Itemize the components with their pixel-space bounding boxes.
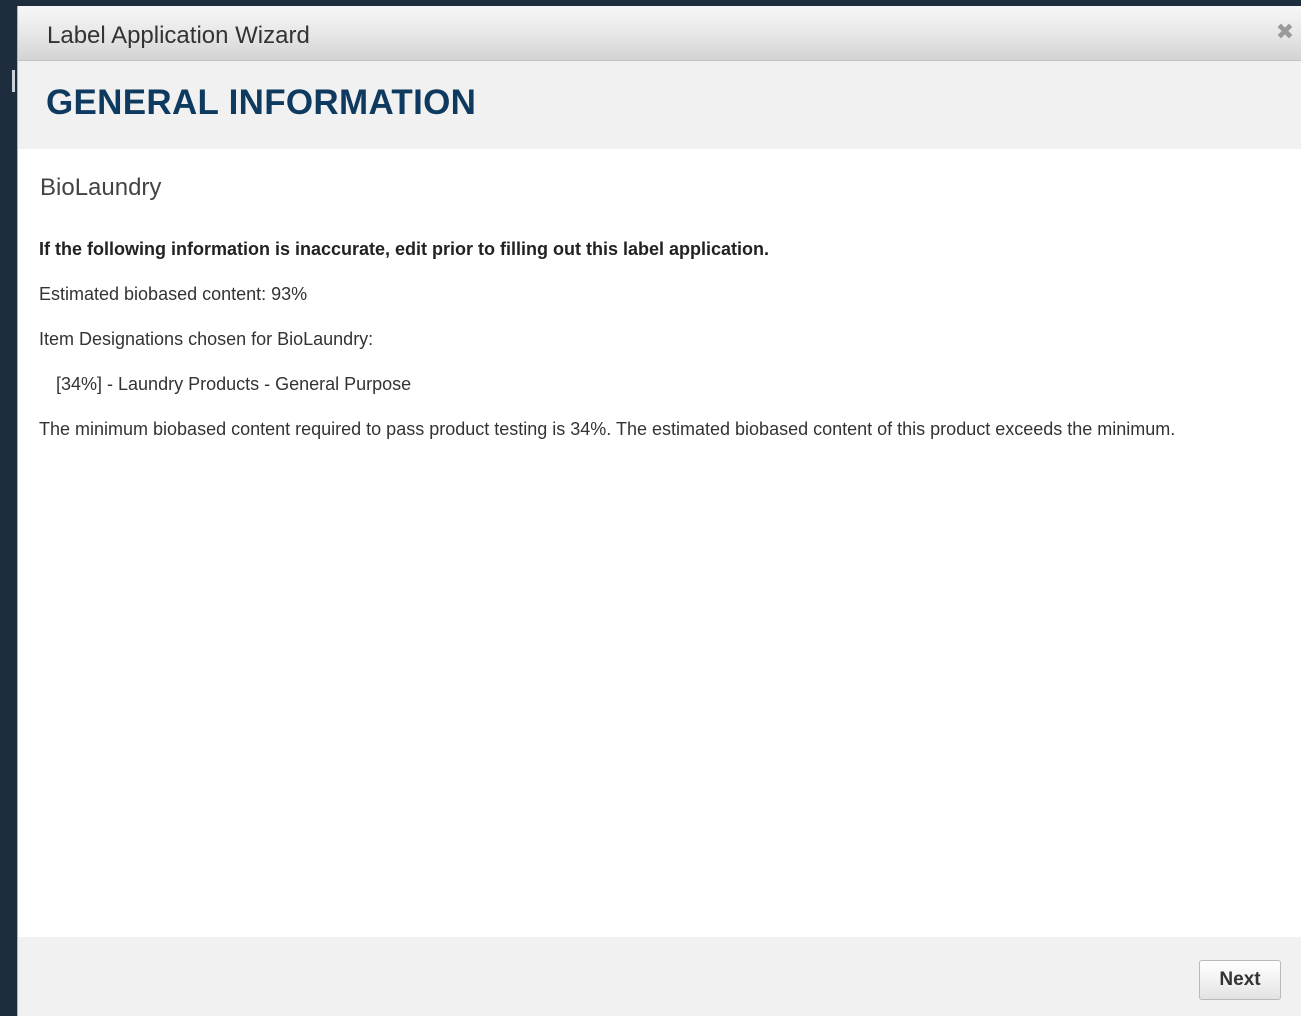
- dialog-titlebar: Label Application Wizard ✖: [18, 6, 1301, 61]
- accuracy-notice: If the following information is inaccura…: [39, 239, 770, 259]
- label-application-dialog: Label Application Wizard ✖ GENERAL INFOR…: [17, 6, 1301, 1016]
- estimated-biobased-content: Estimated biobased content: 93%: [39, 284, 308, 304]
- designations-heading: Item Designations chosen for BioLaundry:: [39, 329, 374, 349]
- dialog-title: Label Application Wizard: [47, 22, 310, 49]
- minimum-content-message: The minimum biobased content required to…: [39, 419, 1176, 439]
- page-backdrop: [0, 0, 17, 1016]
- designation-item: [34%] - Laundry Products - General Purpo…: [56, 374, 412, 394]
- backdrop-mark: [12, 70, 15, 92]
- wizard-step-header: GENERAL INFORMATION: [18, 61, 1301, 149]
- next-button[interactable]: Next: [1199, 960, 1281, 1000]
- wizard-body: BioLaundry If the following information …: [18, 149, 1301, 937]
- product-name: BioLaundry: [40, 174, 162, 201]
- wizard-footer: Next: [18, 937, 1301, 1016]
- close-icon[interactable]: ✖: [1275, 21, 1295, 43]
- step-title: GENERAL INFORMATION: [46, 83, 477, 122]
